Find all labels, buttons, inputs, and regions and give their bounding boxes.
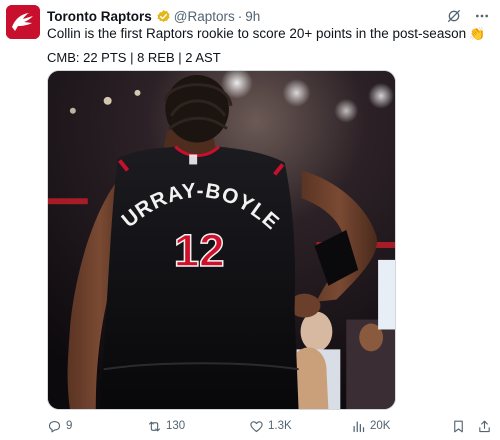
more-options-icon[interactable] bbox=[472, 6, 492, 26]
tweet[interactable]: Toronto Raptors @Raptors · 9h Collin is bbox=[0, 0, 500, 440]
repost-icon bbox=[148, 421, 161, 431]
heart-icon bbox=[250, 420, 263, 432]
separator: · bbox=[237, 8, 243, 24]
raptors-logo-icon bbox=[6, 5, 40, 39]
analytics-icon bbox=[353, 421, 365, 432]
share-button[interactable] bbox=[477, 417, 492, 435]
player-photo: MURRAY-BOYLES 12 bbox=[48, 71, 395, 409]
handle[interactable]: @Raptors bbox=[174, 9, 235, 24]
stat-line: CMB: 22 PTS | 8 REB | 2 AST bbox=[47, 50, 221, 65]
tweet-header: Toronto Raptors @Raptors · 9h bbox=[47, 7, 260, 25]
action-bar: 9 130 1.3K 20K bbox=[47, 417, 493, 437]
top-actions bbox=[444, 6, 492, 26]
tweet-text-body: Collin is the first Raptors rookie to sc… bbox=[47, 26, 467, 41]
reply-count: 9 bbox=[66, 420, 73, 432]
share-icon bbox=[479, 420, 490, 432]
reply-button[interactable]: 9 bbox=[47, 417, 72, 435]
grok-icon[interactable] bbox=[444, 6, 464, 26]
clapping-hands-emoji: 👏 bbox=[469, 26, 486, 41]
verified-badge-icon bbox=[156, 9, 171, 24]
avatar[interactable] bbox=[6, 5, 40, 39]
views-button[interactable]: 20K bbox=[351, 417, 390, 435]
bookmark-icon bbox=[454, 420, 463, 432]
view-count: 20K bbox=[370, 420, 391, 432]
tweet-text: Collin is the first Raptors rookie to sc… bbox=[47, 25, 485, 43]
display-name[interactable]: Toronto Raptors bbox=[47, 9, 152, 24]
bookmark-button[interactable] bbox=[451, 417, 466, 435]
tweet-photo[interactable]: MURRAY-BOYLES 12 bbox=[47, 70, 396, 410]
repost-button[interactable]: 130 bbox=[147, 417, 185, 435]
like-count: 1.3K bbox=[268, 420, 292, 432]
repost-count: 130 bbox=[166, 420, 186, 432]
jersey-number: 12 bbox=[174, 225, 225, 276]
timestamp[interactable]: 9h bbox=[245, 9, 260, 24]
like-button[interactable]: 1.3K bbox=[249, 417, 292, 435]
reply-icon bbox=[48, 420, 61, 432]
